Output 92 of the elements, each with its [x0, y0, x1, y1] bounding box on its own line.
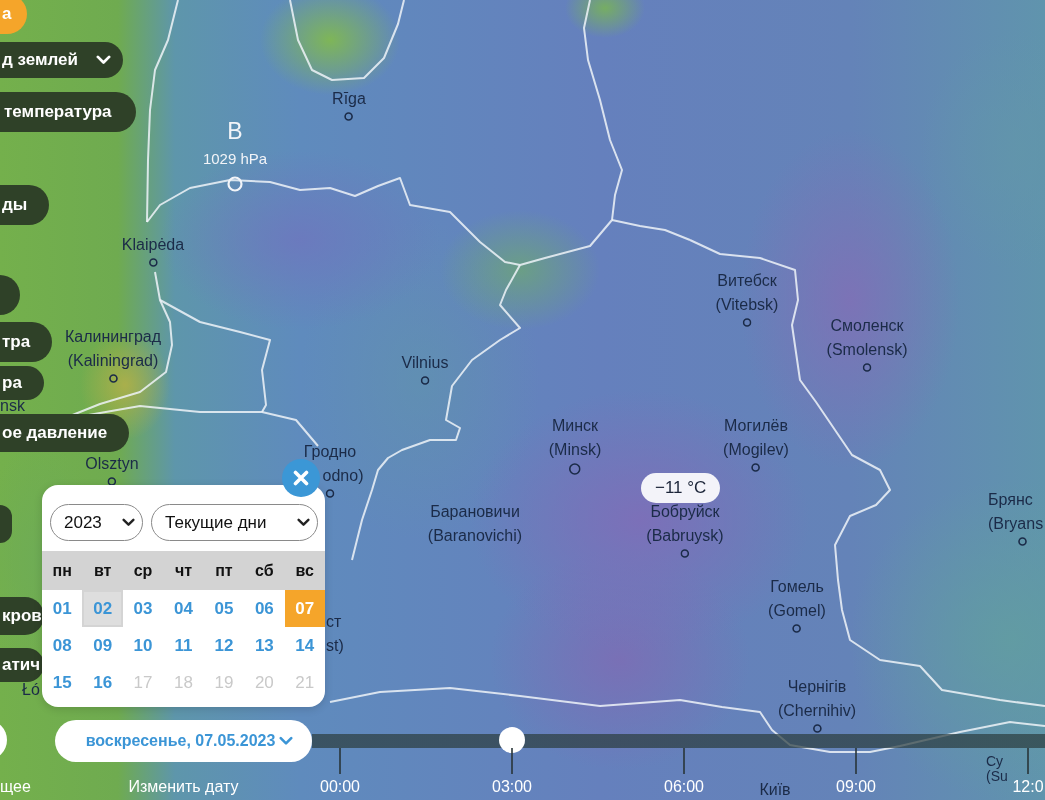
chevron-icon: [96, 55, 112, 65]
tick-mark: [855, 748, 857, 774]
timeline-thumb[interactable]: [499, 727, 526, 753]
city-label: Łó: [22, 680, 40, 700]
calendar-day[interactable]: 04: [163, 590, 204, 627]
layer-button[interactable]: тра: [0, 322, 53, 362]
pressure-center-letter: B: [227, 118, 243, 144]
layer-button[interactable]: ра: [0, 366, 44, 400]
calendar-day[interactable]: 01: [42, 590, 83, 627]
weekday-label: пн: [51, 561, 73, 580]
calendar-day[interactable]: 15: [42, 664, 83, 701]
tick-mark: [511, 748, 513, 774]
time-label: 06:00: [664, 777, 704, 797]
city-label: (Su: [986, 769, 1008, 784]
weekday-label: пт: [214, 561, 234, 580]
calendar-day[interactable]: 02: [82, 590, 123, 627]
city-label: (Smolensk): [826, 340, 908, 360]
time-label: 09:00: [836, 777, 876, 797]
city-label: Могилёв: [724, 416, 788, 436]
calendar-day[interactable]: 14: [284, 627, 325, 664]
close-icon: [293, 470, 309, 486]
layer-button[interactable]: а: [0, 0, 28, 34]
city-label: Калининград: [64, 327, 162, 347]
weekday-label: вт: [92, 561, 113, 580]
layer-button[interactable]: кров: [0, 597, 44, 635]
layer-button[interactable]: [0, 275, 20, 315]
city-label: Klaipėda: [121, 235, 185, 255]
city-label: Гомель: [770, 577, 824, 597]
layer-button[interactable]: атич: [0, 648, 45, 682]
layer-button[interactable]: температура: [0, 92, 136, 132]
button-caption: Изменить дату: [128, 777, 239, 797]
city-label: Rīga: [332, 89, 366, 109]
city-label: (Bryans: [988, 514, 1044, 534]
pressure-reading: 1029 hPa: [202, 150, 268, 168]
city-label: (Kaliningrad): [67, 351, 159, 371]
weekday-label: ср: [132, 561, 154, 580]
city-label: ст: [326, 612, 342, 632]
tick-mark: [1027, 748, 1029, 774]
chevron-icon: [122, 518, 135, 527]
city-label: Су: [986, 754, 1004, 769]
city-label: Брянс: [988, 490, 1033, 510]
year-select[interactable]: 2023: [50, 504, 143, 541]
pressure-center-icon: [227, 176, 243, 192]
calendar-day[interactable]: 05: [203, 590, 245, 627]
time-label: 00:00: [320, 777, 360, 797]
layer-button[interactable]: ое давление: [0, 414, 130, 452]
period-select[interactable]: Текущие дни: [151, 504, 318, 541]
city-label: Смоленск: [830, 316, 904, 336]
calendar-day[interactable]: 07: [284, 590, 325, 627]
date-button[interactable]: воскресенье, 07.05.2023: [55, 720, 312, 762]
calendar-day[interactable]: 13: [244, 627, 285, 664]
calendar-day[interactable]: 09: [82, 627, 123, 664]
button-caption: щее: [0, 777, 31, 797]
layer-button[interactable]: [0, 505, 12, 543]
chevron-icon: [297, 518, 310, 527]
city-label: (Chernihiv): [777, 701, 857, 721]
layer-button[interactable]: ды: [0, 185, 50, 225]
calendar-day[interactable]: 08: [42, 627, 83, 664]
weekday-label: сб: [254, 561, 275, 580]
city-label: (Minsk): [548, 440, 602, 460]
city-label: Минск: [551, 416, 599, 436]
city-label: odno): [322, 466, 364, 486]
weekday-label: вс: [294, 561, 315, 580]
calendar-day[interactable]: 12: [203, 627, 245, 664]
city-label: Київ: [759, 780, 791, 800]
city-label: Olsztyn: [85, 454, 139, 474]
weekday-label: чт: [173, 561, 194, 580]
city-label: (Babruysk): [646, 526, 724, 546]
close-button[interactable]: [282, 459, 320, 497]
city-label: (Gomel): [768, 601, 826, 621]
tick-mark: [683, 748, 685, 774]
chevron-icon: [279, 736, 294, 746]
city-label: Бобруйск: [650, 502, 720, 522]
time-label: 12:0: [1012, 777, 1044, 797]
calendar-day[interactable]: 06: [244, 590, 285, 627]
calendar-day[interactable]: 03: [122, 590, 164, 627]
city-label: (Mogilev): [723, 440, 789, 460]
calendar-day[interactable]: 11: [163, 627, 204, 664]
time-label: 03:00: [492, 777, 532, 797]
city-label: st): [326, 636, 344, 656]
city-label: Vilnius: [401, 353, 449, 373]
calendar-day[interactable]: 16: [82, 664, 123, 701]
tick-mark: [339, 748, 341, 774]
layer-button[interactable]: д землей: [0, 42, 124, 78]
city-label: (Baranovichi): [427, 526, 523, 546]
temperature-label: −11 °C: [641, 473, 721, 503]
city-label: Барановичи: [430, 502, 520, 522]
city-label: Чернігів: [787, 677, 847, 697]
calendar-day[interactable]: 10: [122, 627, 164, 664]
city-label: Витебск: [717, 271, 777, 291]
city-label: (Vitebsk): [715, 295, 779, 315]
city-label: Гродно: [303, 442, 357, 462]
